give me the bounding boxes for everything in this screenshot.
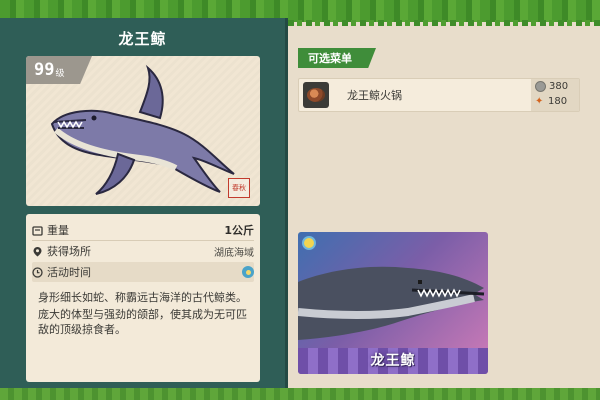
whale-illustration	[50, 64, 235, 195]
dish-name: 龙王鲸火锅	[347, 89, 402, 102]
pixel-whale-illustration	[298, 266, 485, 340]
description-line: 身形细长如蛇、称霸远古海洋的古代鲸类。	[38, 291, 247, 304]
scale-icon	[32, 225, 43, 236]
dish-stats: 380 ✦ 180	[531, 79, 579, 111]
creature-portrait: 99 级 春秋	[26, 56, 260, 206]
dish-price: 380	[549, 81, 569, 92]
weight-label: 重量	[47, 224, 69, 237]
hotpot-dish-icon	[303, 82, 329, 108]
location-value: 湖底海域	[214, 247, 254, 259]
location-pin-icon	[33, 246, 42, 256]
menu-section-tag: 可选菜单	[298, 48, 376, 68]
activity-time-row: 活动时间	[32, 262, 254, 282]
sun-icon	[242, 266, 254, 278]
coin-icon	[535, 81, 546, 92]
activity-time-label: 活动时间	[47, 266, 91, 279]
sparkle-icon: ✦	[535, 95, 544, 107]
creature-description: 身形细长如蛇、称霸远古海洋的古代鲸类。 庞大的体型与强劲的颌部，使其成为无可匹敌…	[38, 290, 250, 339]
dish-production: 180	[548, 96, 568, 107]
grass-border-bottom	[0, 388, 600, 400]
creature-name-title: 龙王鲸	[118, 30, 167, 48]
creature-info-box: 重量 1公斤 获得场所 湖底海域 活动时间 身形细长如蛇、称霸远古海洋的古代鲸类…	[26, 214, 260, 382]
location-row: 获得场所 湖底海域	[32, 241, 254, 261]
artist-seal: 春秋	[228, 178, 250, 198]
weight-value: 1公斤	[224, 224, 254, 237]
price-stat: 380	[535, 81, 568, 92]
activity-time-value	[242, 266, 254, 278]
dish-row[interactable]: 龙王鲸火锅 380 ✦ 180	[298, 78, 580, 112]
location-label: 获得场所	[47, 245, 91, 258]
creature-detail-panel: 龙王鲸 99 级 春秋 重量 1公斤 获得场所 湖底海域 活动时间 身形细长如蛇…	[0, 18, 288, 394]
card-creature-name: 龙王鲸	[370, 353, 416, 369]
creature-card: 龙王鲸	[298, 232, 488, 374]
production-stat: ✦ 180	[535, 96, 567, 107]
weight-row: 重量 1公斤	[32, 220, 254, 240]
description-line: 庞大的体型与强劲的颌部，使其成为无可匹敌的顶级掠食者。	[38, 308, 247, 336]
clock-icon	[32, 266, 43, 278]
